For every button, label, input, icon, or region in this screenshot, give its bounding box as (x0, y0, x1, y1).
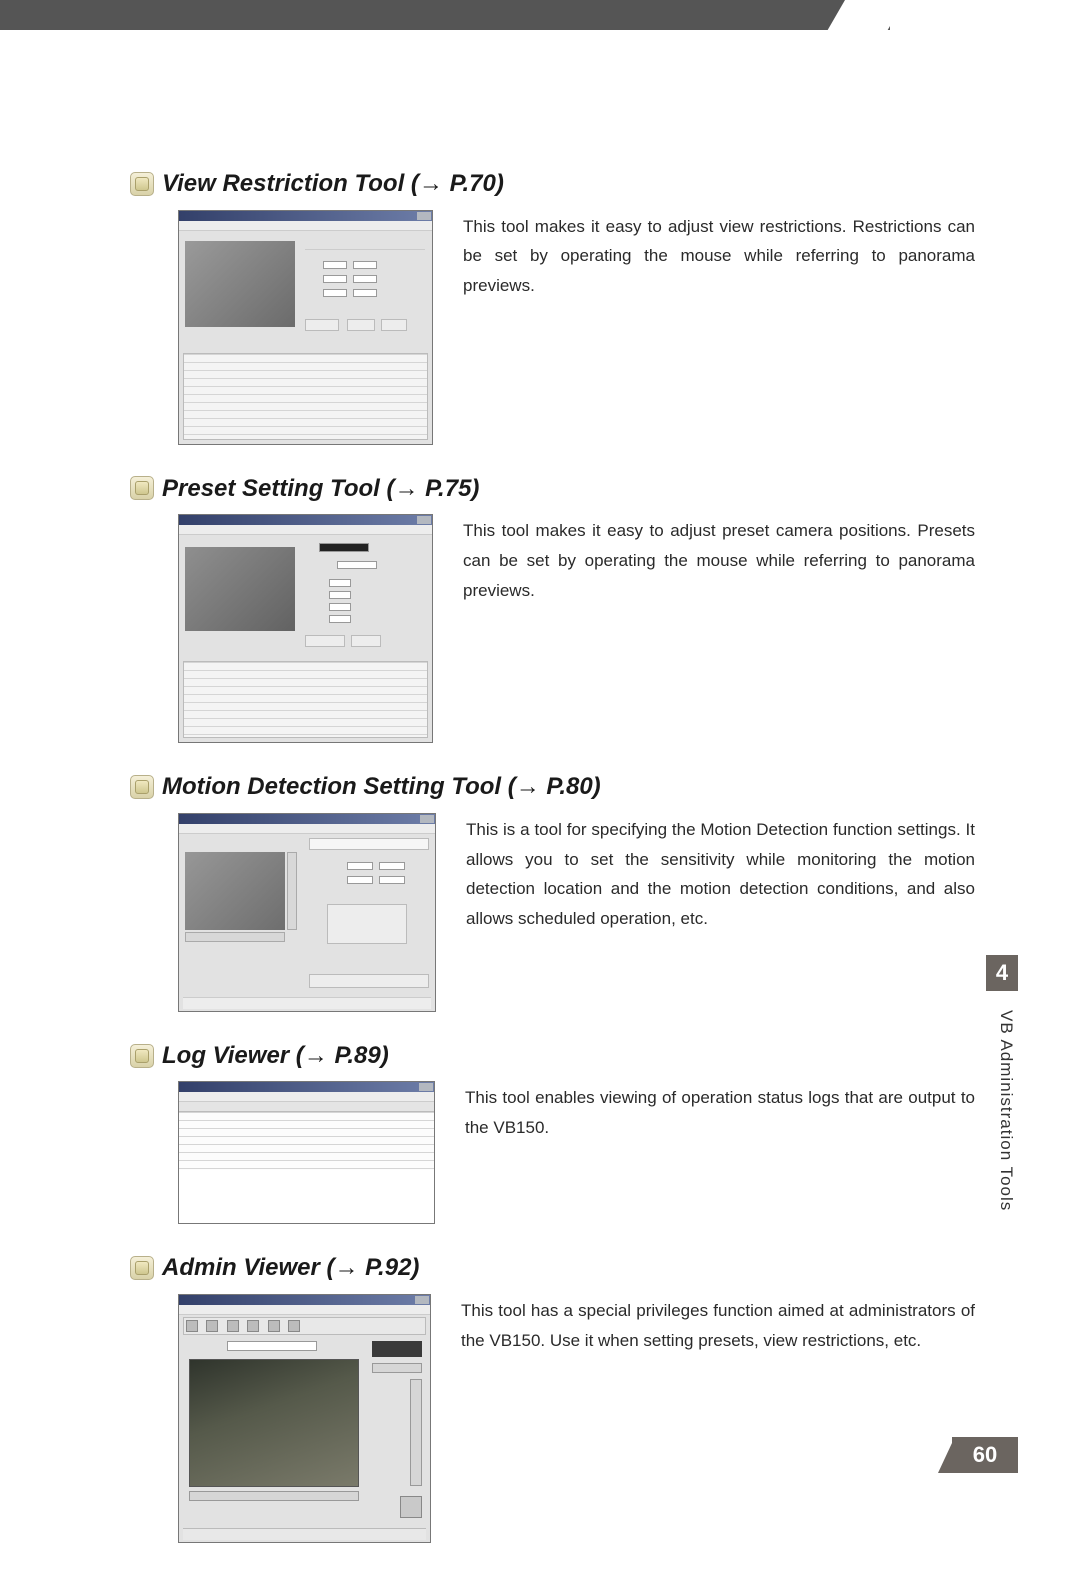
heading-row: Admin Viewer (→ P.92) (130, 1254, 975, 1282)
screenshot-admin-viewer (178, 1294, 431, 1543)
section-motion-detection: Motion Detection Setting Tool (→ P.80) (130, 773, 975, 1012)
bullet-icon (130, 775, 154, 799)
bullet-icon (130, 172, 154, 196)
section-row: This tool makes it easy to adjust view r… (130, 210, 975, 445)
section-description: This tool makes it easy to adjust view r… (463, 210, 975, 301)
section-preset-setting: Preset Setting Tool (→ P.75) (130, 475, 975, 744)
section-heading: Preset Setting Tool (→ P.75) (162, 475, 479, 503)
section-heading: Motion Detection Setting Tool (→ P.80) (162, 773, 601, 801)
section-view-restriction: View Restriction Tool (→ P.70) (130, 170, 975, 445)
top-bar-right-blank (890, 0, 1080, 30)
bullet-icon (130, 1256, 154, 1280)
screenshot-log-viewer (178, 1081, 435, 1224)
section-description: This is a tool for specifying the Motion… (466, 813, 975, 934)
page-number-box: 60 (952, 1437, 1018, 1473)
heading-row: Preset Setting Tool (→ P.75) (130, 475, 975, 503)
section-heading: Admin Viewer (→ P.92) (162, 1254, 419, 1282)
side-chapter-label: VB Administration Tools (996, 1010, 1016, 1211)
section-heading: View Restriction Tool (→ P.70) (162, 170, 504, 198)
section-row: This is a tool for specifying the Motion… (130, 813, 975, 1012)
bullet-icon (130, 1044, 154, 1068)
section-heading: Log Viewer (→ P.89) (162, 1042, 389, 1070)
section-admin-viewer: Admin Viewer (→ P.92) (130, 1254, 975, 1543)
screenshot-motion-detection (178, 813, 436, 1012)
section-row: This tool has a special privileges funct… (130, 1294, 975, 1543)
heading-row: View Restriction Tool (→ P.70) (130, 170, 975, 198)
chapter-tab: 4 (986, 955, 1018, 991)
bullet-icon (130, 476, 154, 500)
content-area: View Restriction Tool (→ P.70) (130, 170, 975, 1573)
section-description: This tool has a special privileges funct… (461, 1294, 975, 1356)
section-description: This tool makes it easy to adjust preset… (463, 514, 975, 605)
section-description: This tool enables viewing of operation s… (465, 1081, 975, 1143)
heading-row: Motion Detection Setting Tool (→ P.80) (130, 773, 975, 801)
manual-page: View Restriction Tool (→ P.70) (0, 0, 1080, 1523)
section-row: This tool enables viewing of operation s… (130, 1081, 975, 1224)
screenshot-view-restriction (178, 210, 433, 445)
chapter-number: 4 (996, 960, 1008, 986)
screenshot-preset-setting (178, 514, 433, 743)
page-number: 60 (973, 1442, 997, 1468)
section-log-viewer: Log Viewer (→ P.89) This tool enables vi… (130, 1042, 975, 1225)
heading-row: Log Viewer (→ P.89) (130, 1042, 975, 1070)
top-bar (0, 0, 1080, 30)
section-row: This tool makes it easy to adjust preset… (130, 514, 975, 743)
